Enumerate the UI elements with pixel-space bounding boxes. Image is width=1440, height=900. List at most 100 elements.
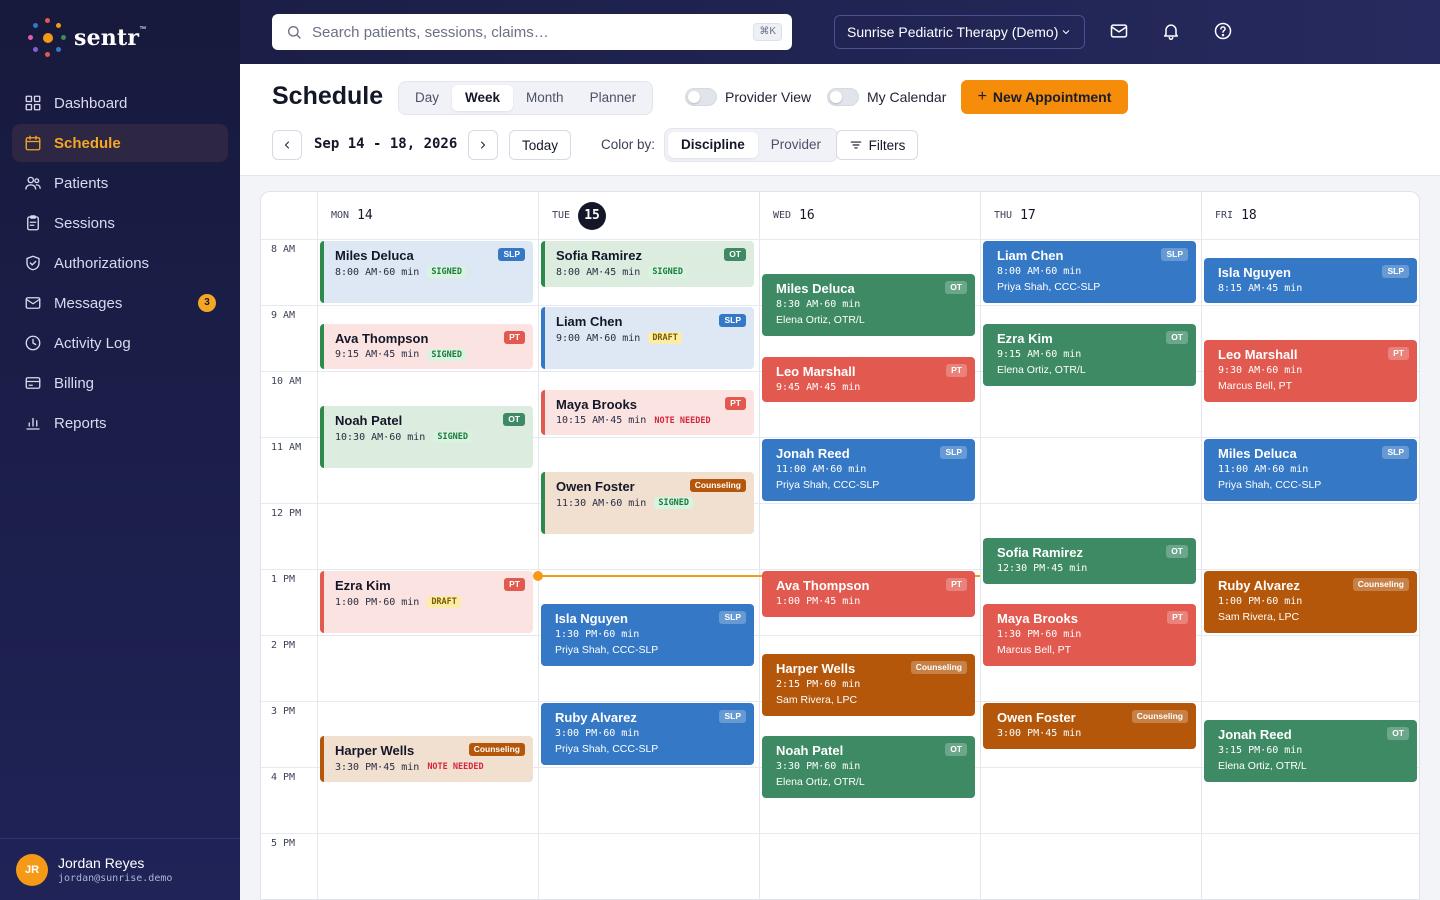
- sidebar-item-activity-log[interactable]: Activity Log: [12, 324, 228, 362]
- duration: 60 min: [603, 629, 640, 640]
- sidebar-item-messages[interactable]: Messages 3: [12, 284, 228, 322]
- appointment-card[interactable]: Ava Thompson PT 9:15 AM · 45 min SIGNED: [320, 323, 533, 369]
- sidebar-item-sessions[interactable]: Sessions: [12, 204, 228, 242]
- today-date: 15: [578, 201, 607, 230]
- appointment-card[interactable]: Liam Chen SLP 8:00 AM · 60 min Priya Shah, …: [983, 241, 1196, 303]
- duration: 60 min: [1272, 464, 1309, 475]
- hour-label: 12 PM: [271, 508, 302, 519]
- appointment-card[interactable]: Ezra Kim OT 9:15 AM · 60 min Elena Ortiz, O…: [983, 323, 1196, 386]
- appointment-card[interactable]: Isla Nguyen SLP 1:30 PM · 60 min Priya Shah…: [541, 604, 754, 666]
- my-calendar-toggle[interactable]: My Calendar: [827, 88, 946, 106]
- toggle-switch[interactable]: [827, 88, 859, 106]
- appointment-card[interactable]: Owen Foster Counseling 11:30 AM · 60 min SI…: [541, 472, 754, 534]
- hour-line: [261, 635, 1419, 636]
- sidebar-item-patients[interactable]: Patients: [12, 164, 228, 202]
- sidebar: sentr ™ Dashboard Schedule Patients Session…: [0, 0, 240, 900]
- tab-planner[interactable]: Planner: [577, 85, 650, 111]
- help-icon: [1214, 22, 1232, 40]
- discipline-badge: Counseling: [910, 660, 967, 674]
- start-time: 1:00 PM: [335, 596, 378, 608]
- color-by-discipline[interactable]: Discipline: [668, 132, 758, 158]
- patient-name: Sofia Ramirez: [556, 248, 642, 263]
- provider-view-toggle[interactable]: Provider View: [685, 88, 811, 106]
- appointment-card[interactable]: Noah Patel OT 10:30 AM · 60 min SIGNED: [320, 406, 533, 468]
- appointment-card[interactable]: Ezra Kim PT 1:00 PM · 60 min DRAFT: [320, 571, 533, 633]
- date-range: Sep 14 - 18, 2026: [314, 136, 458, 152]
- duration: 60 min: [1266, 744, 1303, 756]
- discipline-badge: SLP: [498, 248, 525, 261]
- appointment-card[interactable]: Owen Foster Counseling 3:00 PM · 45 min: [983, 703, 1196, 749]
- appointment-card[interactable]: Sofia Ramirez OT 8:00 AM · 45 min SIGNED: [541, 241, 754, 287]
- start-time: 12:30 PM: [997, 563, 1046, 574]
- appointment-card[interactable]: Isla Nguyen SLP 8:15 AM · 45 min: [1204, 257, 1417, 303]
- search-input[interactable]: [312, 23, 732, 41]
- provider-name: Elena Ortiz, OTR/L: [997, 363, 1086, 376]
- duration: 45 min: [1045, 728, 1082, 739]
- duration: 60 min: [1266, 365, 1303, 376]
- sidebar-item-label: Patients: [54, 174, 109, 192]
- appointment-card[interactable]: Maya Brooks PT 10:15 AM · 45 min NOTE NEEDE…: [541, 389, 754, 435]
- note-status-badge: NOTE NEEDED: [427, 762, 484, 772]
- prev-week-button[interactable]: [272, 130, 302, 160]
- next-week-button[interactable]: [468, 130, 498, 160]
- messages-button[interactable]: [1109, 21, 1131, 43]
- sidebar-item-schedule[interactable]: Schedule: [12, 124, 228, 162]
- discipline-badge: Counseling: [1131, 710, 1188, 723]
- patient-name: Jonah Reed: [1218, 726, 1292, 742]
- discipline-badge: OT: [1387, 726, 1409, 740]
- appointment-card[interactable]: Maya Brooks PT 1:30 PM · 60 min Marcus Bell…: [983, 604, 1196, 666]
- provider-name: Sam Rivera, LPC: [776, 693, 858, 706]
- note-status-badge: SIGNED: [427, 266, 467, 278]
- appointment-card[interactable]: Sofia Ramirez OT 12:30 PM · 45 min: [983, 538, 1196, 584]
- tab-week[interactable]: Week: [452, 85, 514, 111]
- view-switcher: Day Week Month Planner: [398, 81, 654, 115]
- appointment-card[interactable]: Miles Deluca SLP 8:00 AM · 60 min SIGNED: [320, 241, 533, 303]
- new-appointment-button[interactable]: + New Appointment: [961, 80, 1128, 114]
- sidebar-item-authorizations[interactable]: Authorizations: [12, 244, 228, 282]
- duration: 60 min: [383, 596, 420, 608]
- hour-label: 9 AM: [271, 310, 296, 321]
- filters-button[interactable]: Filters: [836, 130, 918, 160]
- notifications-button[interactable]: [1161, 21, 1183, 43]
- today-button[interactable]: Today: [509, 130, 571, 160]
- duration: 45 min: [383, 761, 420, 773]
- appointment-card[interactable]: Ruby Alvarez SLP 3:00 PM · 60 min Priya Sha…: [541, 703, 754, 765]
- appointment-card[interactable]: Leo Marshall PT 9:45 AM · 45 min: [762, 356, 975, 402]
- appointment-card[interactable]: Jonah Reed OT 3:15 PM · 60 min Elena Ortiz,…: [1204, 719, 1417, 782]
- patient-name: Liam Chen: [997, 248, 1064, 263]
- tab-day[interactable]: Day: [402, 85, 452, 111]
- appointment-card[interactable]: Noah Patel OT 3:30 PM · 60 min Elena Ortiz,…: [762, 736, 975, 798]
- appointment-card[interactable]: Miles Deluca SLP 11:00 AM · 60 min Priya Sh…: [1204, 439, 1417, 501]
- color-by-provider[interactable]: Provider: [758, 132, 834, 158]
- search-shortcut: ⌘K: [753, 23, 782, 41]
- avatar[interactable]: JR: [16, 853, 48, 886]
- appointment-card[interactable]: Harper Wells Counseling 3:30 PM · 45 min NO…: [320, 736, 533, 782]
- org-selector[interactable]: Sunrise Pediatric Therapy (Demo): [834, 15, 1085, 49]
- sidebar-item-reports[interactable]: Reports: [12, 404, 228, 442]
- appointment-card[interactable]: Jonah Reed SLP 11:00 AM · 60 min Priya Shah…: [762, 439, 975, 501]
- brand-logo[interactable]: sentr ™: [28, 18, 146, 58]
- start-time: 3:00 PM: [555, 728, 598, 739]
- appointment-time: 11:00 AM · 60 min: [776, 464, 967, 475]
- appointment-time: 9:30 AM · 60 min: [1218, 365, 1409, 376]
- patient-name: Isla Nguyen: [1218, 264, 1291, 280]
- color-by-switcher: Discipline Provider: [664, 128, 839, 162]
- appointment-card[interactable]: Harper Wells Counseling 2:15 PM · 60 min Sa…: [762, 653, 975, 716]
- appointment-card[interactable]: Leo Marshall PT 9:30 AM · 60 min Marcus Bel…: [1204, 340, 1417, 402]
- tab-month[interactable]: Month: [513, 85, 577, 111]
- user-profile[interactable]: JR Jordan Reyes jordan@sunrise.demo: [0, 838, 240, 900]
- toggle-switch[interactable]: [685, 88, 717, 106]
- help-button[interactable]: [1213, 21, 1235, 43]
- start-time: 1:30 PM: [555, 629, 598, 640]
- patient-name: Liam Chen: [556, 314, 623, 329]
- week-calendar: MON 14 TUE 15 WED 16 THU 17 FRI 18 8 AM 9 AM 10 AM 11…: [260, 191, 1420, 900]
- appointment-card[interactable]: Ruby Alvarez Counseling 1:00 PM · 60 min Sa…: [1204, 571, 1417, 633]
- search-box[interactable]: ⌘K: [272, 14, 792, 50]
- discipline-badge: Counseling: [468, 743, 525, 756]
- appointment-card[interactable]: Liam Chen SLP 9:00 AM · 60 min DRAFT: [541, 307, 754, 369]
- card-icon: [24, 374, 42, 392]
- sidebar-item-billing[interactable]: Billing: [12, 364, 228, 402]
- appointment-card[interactable]: Miles Deluca OT 8:30 AM · 60 min Elena Orti…: [762, 274, 975, 336]
- appointment-card[interactable]: Ava Thompson PT 1:00 PM · 45 min: [762, 571, 975, 617]
- sidebar-item-dashboard[interactable]: Dashboard: [12, 84, 228, 122]
